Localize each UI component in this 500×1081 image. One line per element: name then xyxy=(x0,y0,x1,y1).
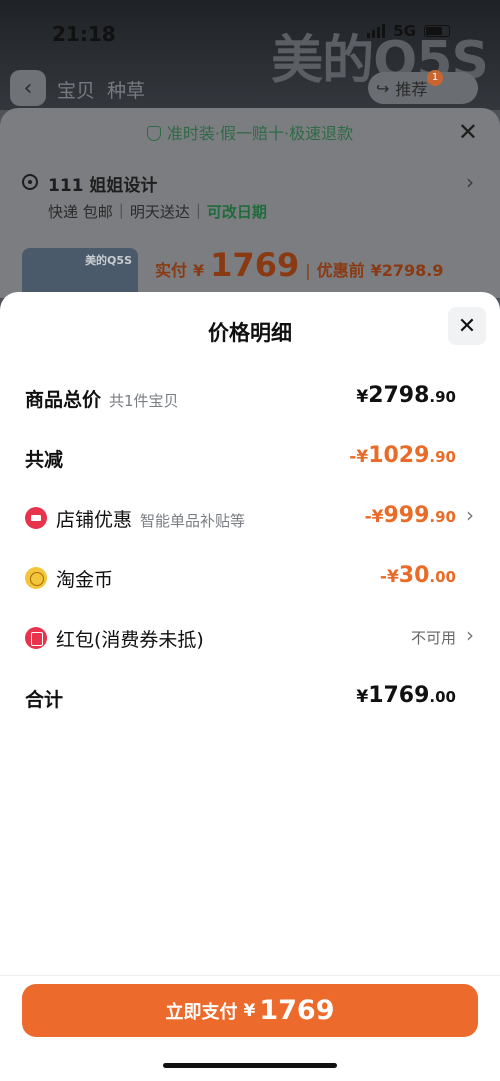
unavailable-label: 不可用 xyxy=(410,629,456,647)
sku-sheet: 准时装·假一赔十·极速退款 ✕ 111 姐姐设计 › 快递 包邮 | 明天送达 … xyxy=(0,108,500,308)
row-value: -¥999.90 xyxy=(365,503,456,528)
row-sub-label: 共1件宝贝 xyxy=(109,392,179,410)
currency: -¥ xyxy=(364,507,384,527)
pay-button-currency: ¥ xyxy=(243,1000,256,1021)
gold-coin-icon xyxy=(25,567,47,589)
row-taojinbi: 淘金币 -¥30.00 xyxy=(0,557,500,597)
row-red-packet[interactable]: 红包(消费券未抵) 不可用 › xyxy=(0,617,500,657)
row-value: -¥30.00 xyxy=(380,563,456,588)
amount-decimal: .90 xyxy=(429,508,456,526)
signal-icon xyxy=(367,24,386,38)
close-button[interactable]: ✕ xyxy=(448,307,486,345)
delivery-time: 明天送达 xyxy=(129,203,190,221)
paid-currency: ¥ xyxy=(193,261,205,280)
store-coupon-icon xyxy=(25,507,47,529)
row-label: 店铺优惠 智能单品补贴等 xyxy=(56,505,245,532)
delivery-address[interactable]: 111 姐姐设计 xyxy=(48,171,157,196)
row-value: -¥1029.90 xyxy=(349,443,456,468)
amount-integer: 1769 xyxy=(368,683,430,708)
row-value: ¥1769.00 xyxy=(356,683,456,708)
separator: | xyxy=(118,201,124,219)
amount-integer: 1029 xyxy=(368,443,430,468)
tab-zhongcao[interactable]: 种草 xyxy=(107,76,145,103)
row-label: 淘金币 xyxy=(56,569,114,591)
separator: | xyxy=(195,201,201,219)
back-button[interactable]: ‹ xyxy=(10,70,46,106)
sku-price-line: 实付 ¥ 1769 | 优惠前 ¥2798.9 xyxy=(155,246,444,284)
separator: | xyxy=(305,261,311,280)
change-date-link[interactable]: 可改日期 xyxy=(207,201,267,222)
row-label: 商品总价 共1件宝贝 xyxy=(25,385,179,412)
chevron-right-icon: › xyxy=(466,623,474,647)
row-label: 红包(消费券未抵) xyxy=(56,629,204,651)
currency: -¥ xyxy=(379,567,399,587)
amount-decimal: .90 xyxy=(429,388,456,406)
amount-decimal: .00 xyxy=(429,568,456,586)
row-sub-label: 智能单品补贴等 xyxy=(140,512,246,530)
row-label-text: 店铺优惠 xyxy=(56,509,133,531)
location-pin-icon xyxy=(22,174,38,190)
pay-button-amount: 1769 xyxy=(259,995,335,1026)
row-label-text: 商品总价 xyxy=(25,389,102,411)
paid-amount: 1769 xyxy=(210,246,300,284)
chevron-right-icon: › xyxy=(466,503,474,527)
sku-close-icon[interactable]: ✕ xyxy=(458,118,478,146)
before-discount-label: 优惠前 xyxy=(316,261,365,280)
footer-divider xyxy=(0,975,500,976)
before-discount-amount: ¥2798.9 xyxy=(370,261,444,280)
shield-check-icon xyxy=(146,126,161,141)
status-time: 21:18 xyxy=(52,22,116,46)
currency: -¥ xyxy=(349,447,369,467)
sheet-title: 价格明细 xyxy=(208,321,292,345)
amount-integer: 2798 xyxy=(368,383,430,408)
share-label: 推荐 xyxy=(395,80,428,99)
battery-icon xyxy=(424,25,450,37)
amount-decimal: .00 xyxy=(429,688,456,706)
home-indicator[interactable] xyxy=(163,1063,337,1068)
product-tabs: 宝贝 种草 xyxy=(57,76,145,103)
row-value: ¥2798.90 xyxy=(356,383,456,408)
amount-integer: 999 xyxy=(383,503,430,528)
shipping-method: 快递 包邮 xyxy=(48,203,113,221)
row-grand-total: 合计 ¥1769.00 xyxy=(0,677,500,717)
pay-now-button[interactable]: 立即支付 ¥ 1769 xyxy=(22,984,478,1037)
chevron-right-icon[interactable]: › xyxy=(466,170,474,194)
close-icon: ✕ xyxy=(457,313,477,339)
row-total-reduction: 共减 -¥1029.90 xyxy=(0,437,500,477)
amount-integer: 30 xyxy=(398,563,430,588)
amount-decimal: .90 xyxy=(429,448,456,466)
row-label: 共减 xyxy=(25,449,64,471)
cart-badge: 1 xyxy=(427,70,443,86)
pay-button-label: 立即支付 xyxy=(165,1001,238,1023)
currency: ¥ xyxy=(356,687,369,707)
status-indicators: 5G xyxy=(367,22,450,40)
paid-label: 实付 xyxy=(155,261,188,280)
price-detail-sheet: 价格明细 ✕ 商品总价 共1件宝贝 ¥2798.90 共减 -¥1029.90 店… xyxy=(0,292,500,1081)
row-product-total: 商品总价 共1件宝贝 ¥2798.90 xyxy=(0,377,500,417)
tab-baobei[interactable]: 宝贝 xyxy=(57,76,95,103)
red-packet-icon xyxy=(25,627,47,649)
row-store-discount[interactable]: 店铺优惠 智能单品补贴等 -¥999.90 › xyxy=(0,497,500,537)
thumbnail-label: 美的Q5S xyxy=(85,254,132,267)
guarantee-text: 准时装·假一赔十·极速退款 xyxy=(166,124,354,143)
share-icon: ↪ xyxy=(376,78,390,98)
currency: ¥ xyxy=(356,387,369,407)
network-label: 5G xyxy=(393,22,416,40)
share-button[interactable]: ↪ 推荐 xyxy=(368,72,478,104)
row-label: 合计 xyxy=(25,689,64,711)
shipping-info: 快递 包邮 | 明天送达 | 可改日期 xyxy=(48,201,267,222)
guarantee-banner: 准时装·假一赔十·极速退款 xyxy=(0,120,500,144)
chevron-left-icon: ‹ xyxy=(23,75,33,101)
